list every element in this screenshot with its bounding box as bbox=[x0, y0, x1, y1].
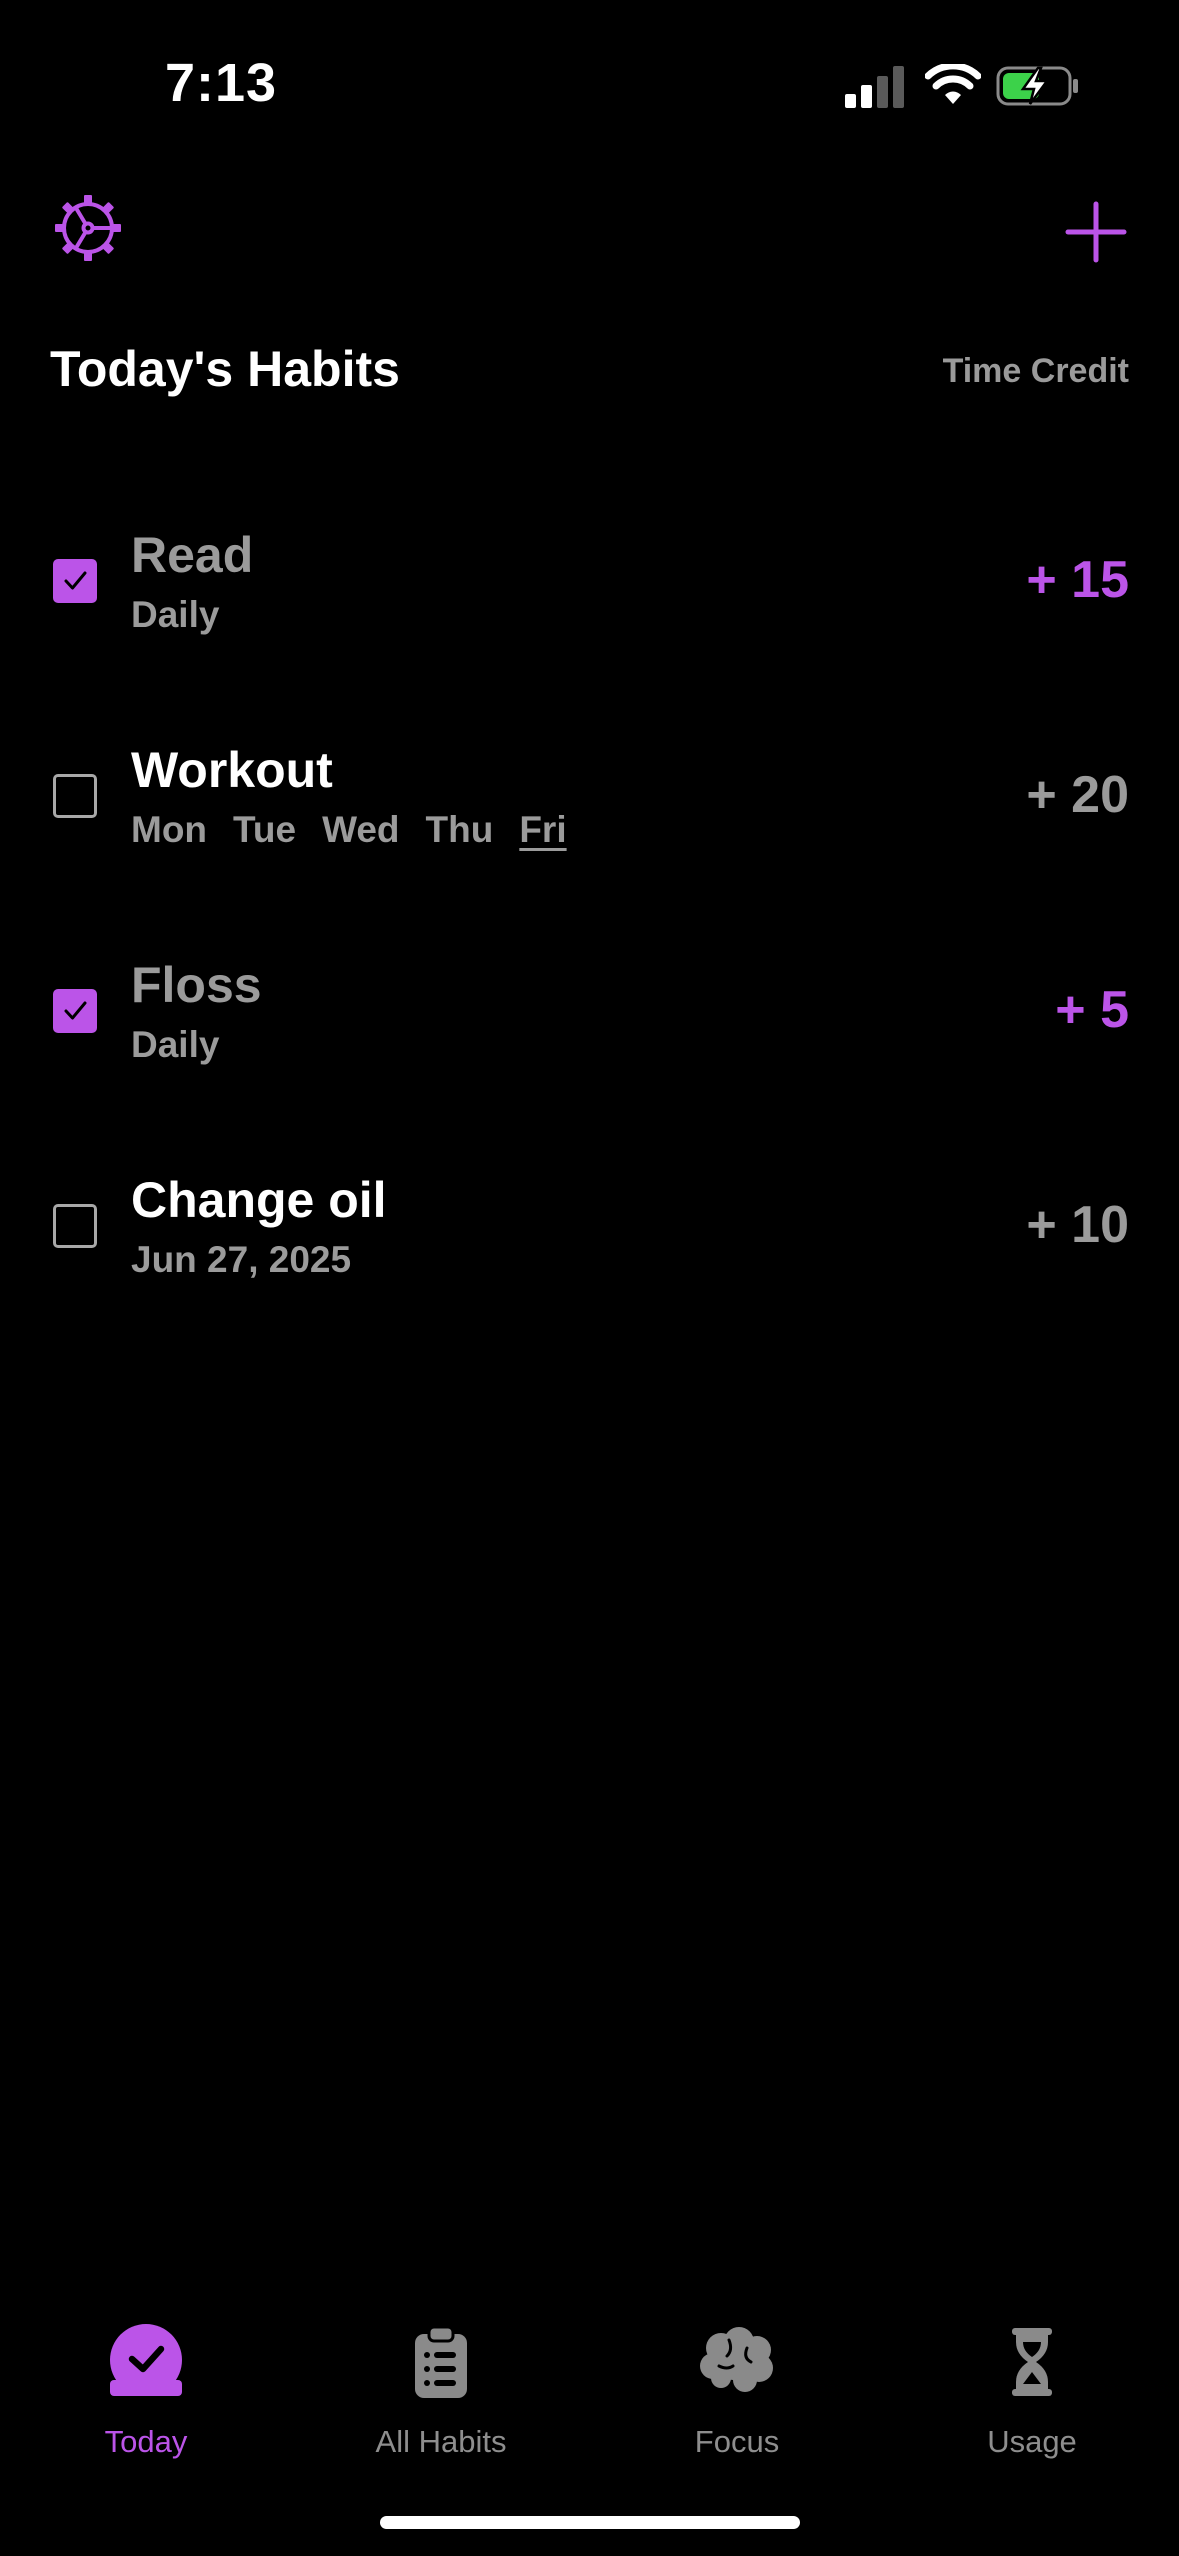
habit-schedule: Daily bbox=[131, 1024, 220, 1065]
home-indicator[interactable] bbox=[380, 2516, 800, 2529]
habit-checkbox[interactable] bbox=[53, 1204, 97, 1248]
habit-name: Floss bbox=[131, 957, 262, 1013]
battery-charging-icon bbox=[996, 66, 1078, 106]
day-label: Mon bbox=[131, 809, 208, 850]
page-title: Today's Habits bbox=[50, 341, 400, 397]
brain-icon bbox=[700, 2327, 773, 2392]
habit-name: Change oil bbox=[131, 1172, 387, 1228]
habit-row-change-oil[interactable]: Change oil Jun 27, 2025 + 10 bbox=[0, 1135, 1179, 1325]
habit-credit: + 10 bbox=[1026, 1196, 1129, 1254]
checkmark-icon bbox=[64, 1001, 87, 1020]
habit-checkbox[interactable] bbox=[53, 559, 97, 603]
tab-label: All Habits bbox=[375, 2424, 507, 2459]
tab-usage[interactable]: Usage bbox=[922, 2300, 1142, 2460]
day-label-today: Fri bbox=[519, 809, 567, 850]
checkmark-badge-icon bbox=[110, 2324, 182, 2396]
checkmark-icon bbox=[64, 571, 87, 590]
plus-icon[interactable] bbox=[1060, 196, 1132, 268]
day-label: Thu bbox=[425, 809, 494, 850]
tab-today[interactable]: Today bbox=[36, 2300, 256, 2460]
tab-bar: Today All Habits Focus Usage bbox=[0, 2300, 1179, 2470]
day-label: Wed bbox=[322, 809, 400, 850]
habit-checkbox[interactable] bbox=[53, 774, 97, 818]
habit-name: Read bbox=[131, 527, 254, 583]
time-credit-header: Time Credit bbox=[942, 352, 1129, 390]
habit-row-workout[interactable]: Workout Mon Tue Wed Thu Fri + 20 bbox=[0, 705, 1179, 895]
tab-focus[interactable]: Focus bbox=[627, 2300, 847, 2460]
tab-label: Focus bbox=[694, 2424, 780, 2459]
tab-all-habits[interactable]: All Habits bbox=[331, 2300, 551, 2460]
wifi-icon bbox=[925, 64, 981, 104]
habit-row-read[interactable]: Read Daily + 15 bbox=[0, 490, 1179, 680]
day-label: Tue bbox=[233, 809, 297, 850]
habit-schedule-days: Mon Tue Wed Thu Fri bbox=[131, 809, 593, 851]
habit-name: Workout bbox=[131, 742, 333, 798]
habit-credit: + 5 bbox=[1055, 981, 1129, 1039]
hourglass-icon bbox=[1012, 2328, 1052, 2396]
habit-schedule: Daily bbox=[131, 594, 220, 635]
status-time: 7:13 bbox=[165, 53, 278, 113]
clipboard-list-icon bbox=[415, 2325, 467, 2398]
habit-row-floss[interactable]: Floss Daily + 5 bbox=[0, 920, 1179, 1110]
habit-credit: + 15 bbox=[1026, 551, 1129, 609]
tab-label: Usage bbox=[987, 2424, 1077, 2459]
habit-credit: + 20 bbox=[1026, 766, 1129, 824]
habit-due-date: Jun 27, 2025 bbox=[131, 1239, 352, 1280]
cellular-signal-icon bbox=[845, 66, 904, 108]
tab-label: Today bbox=[104, 2424, 188, 2459]
status-bar: 7:13 bbox=[0, 0, 1179, 170]
habit-checkbox[interactable] bbox=[53, 989, 97, 1033]
gear-icon[interactable] bbox=[52, 192, 124, 264]
